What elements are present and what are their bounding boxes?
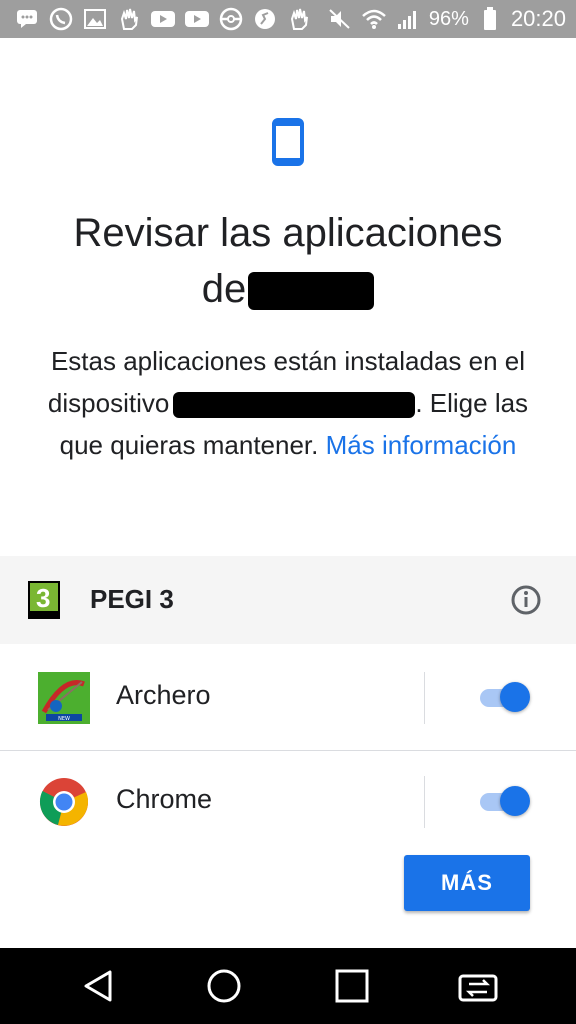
youtube-icon: [184, 6, 210, 32]
more-info-link[interactable]: Más información: [326, 430, 517, 460]
title-line-1: Revisar las aplicaciones: [73, 211, 503, 255]
more-button[interactable]: MÁS: [404, 855, 530, 911]
chrome-icon: [38, 776, 90, 828]
phone-icon: [272, 118, 304, 166]
app-name: Chrome: [116, 784, 213, 814]
message-icon: [14, 6, 40, 32]
image-icon: [82, 6, 108, 32]
wifi-icon: [361, 6, 387, 32]
app-name: Archero: [116, 680, 211, 710]
app-row-archero[interactable]: NEW Archero: [0, 646, 576, 750]
switch-app-icon[interactable]: [456, 964, 500, 1008]
whatsapp-icon: [48, 6, 74, 32]
hand-icon: [116, 6, 142, 32]
pegi-rating-icon: 3: [28, 581, 60, 619]
pokeball-icon: [218, 6, 244, 32]
archero-toggle[interactable]: [480, 682, 530, 712]
navigation-bar: [0, 948, 576, 1024]
notification-icons: [14, 6, 312, 32]
home-icon[interactable]: [202, 964, 246, 1008]
row-divider: [424, 776, 425, 828]
row-divider: [424, 672, 425, 724]
redacted-device: [173, 392, 416, 419]
status-bar: 96% 20:20: [0, 0, 576, 38]
archero-icon: NEW: [38, 672, 90, 724]
page-title: Revisar las aplicaciones de: [40, 205, 536, 317]
info-icon[interactable]: [510, 584, 542, 616]
mute-icon: [327, 6, 353, 32]
clock: 20:20: [510, 6, 566, 31]
redacted-name: [248, 272, 375, 311]
battery-percent: 96%: [428, 7, 469, 30]
svg-text:NEW: NEW: [58, 716, 70, 722]
pegi-header: 3 PEGI 3: [0, 556, 576, 644]
sport-icon: [252, 6, 278, 32]
signal-icon: [395, 6, 421, 32]
title-prefix: de: [201, 267, 247, 311]
battery-icon: [477, 6, 503, 32]
back-icon[interactable]: [76, 964, 120, 1008]
title-line-2: de: [40, 261, 536, 317]
youtube-icon: [150, 6, 176, 32]
app-row-chrome[interactable]: Chrome: [0, 750, 576, 854]
hand-icon: [286, 6, 312, 32]
pegi-label: PEGI 3: [90, 584, 174, 614]
recents-icon[interactable]: [330, 964, 374, 1008]
system-status: 96% 20:20: [327, 6, 566, 32]
pegi-rating-number: 3: [36, 583, 51, 613]
description: Estas aplicaciones están instaladas en e…: [47, 346, 529, 460]
chrome-toggle[interactable]: [480, 786, 530, 816]
